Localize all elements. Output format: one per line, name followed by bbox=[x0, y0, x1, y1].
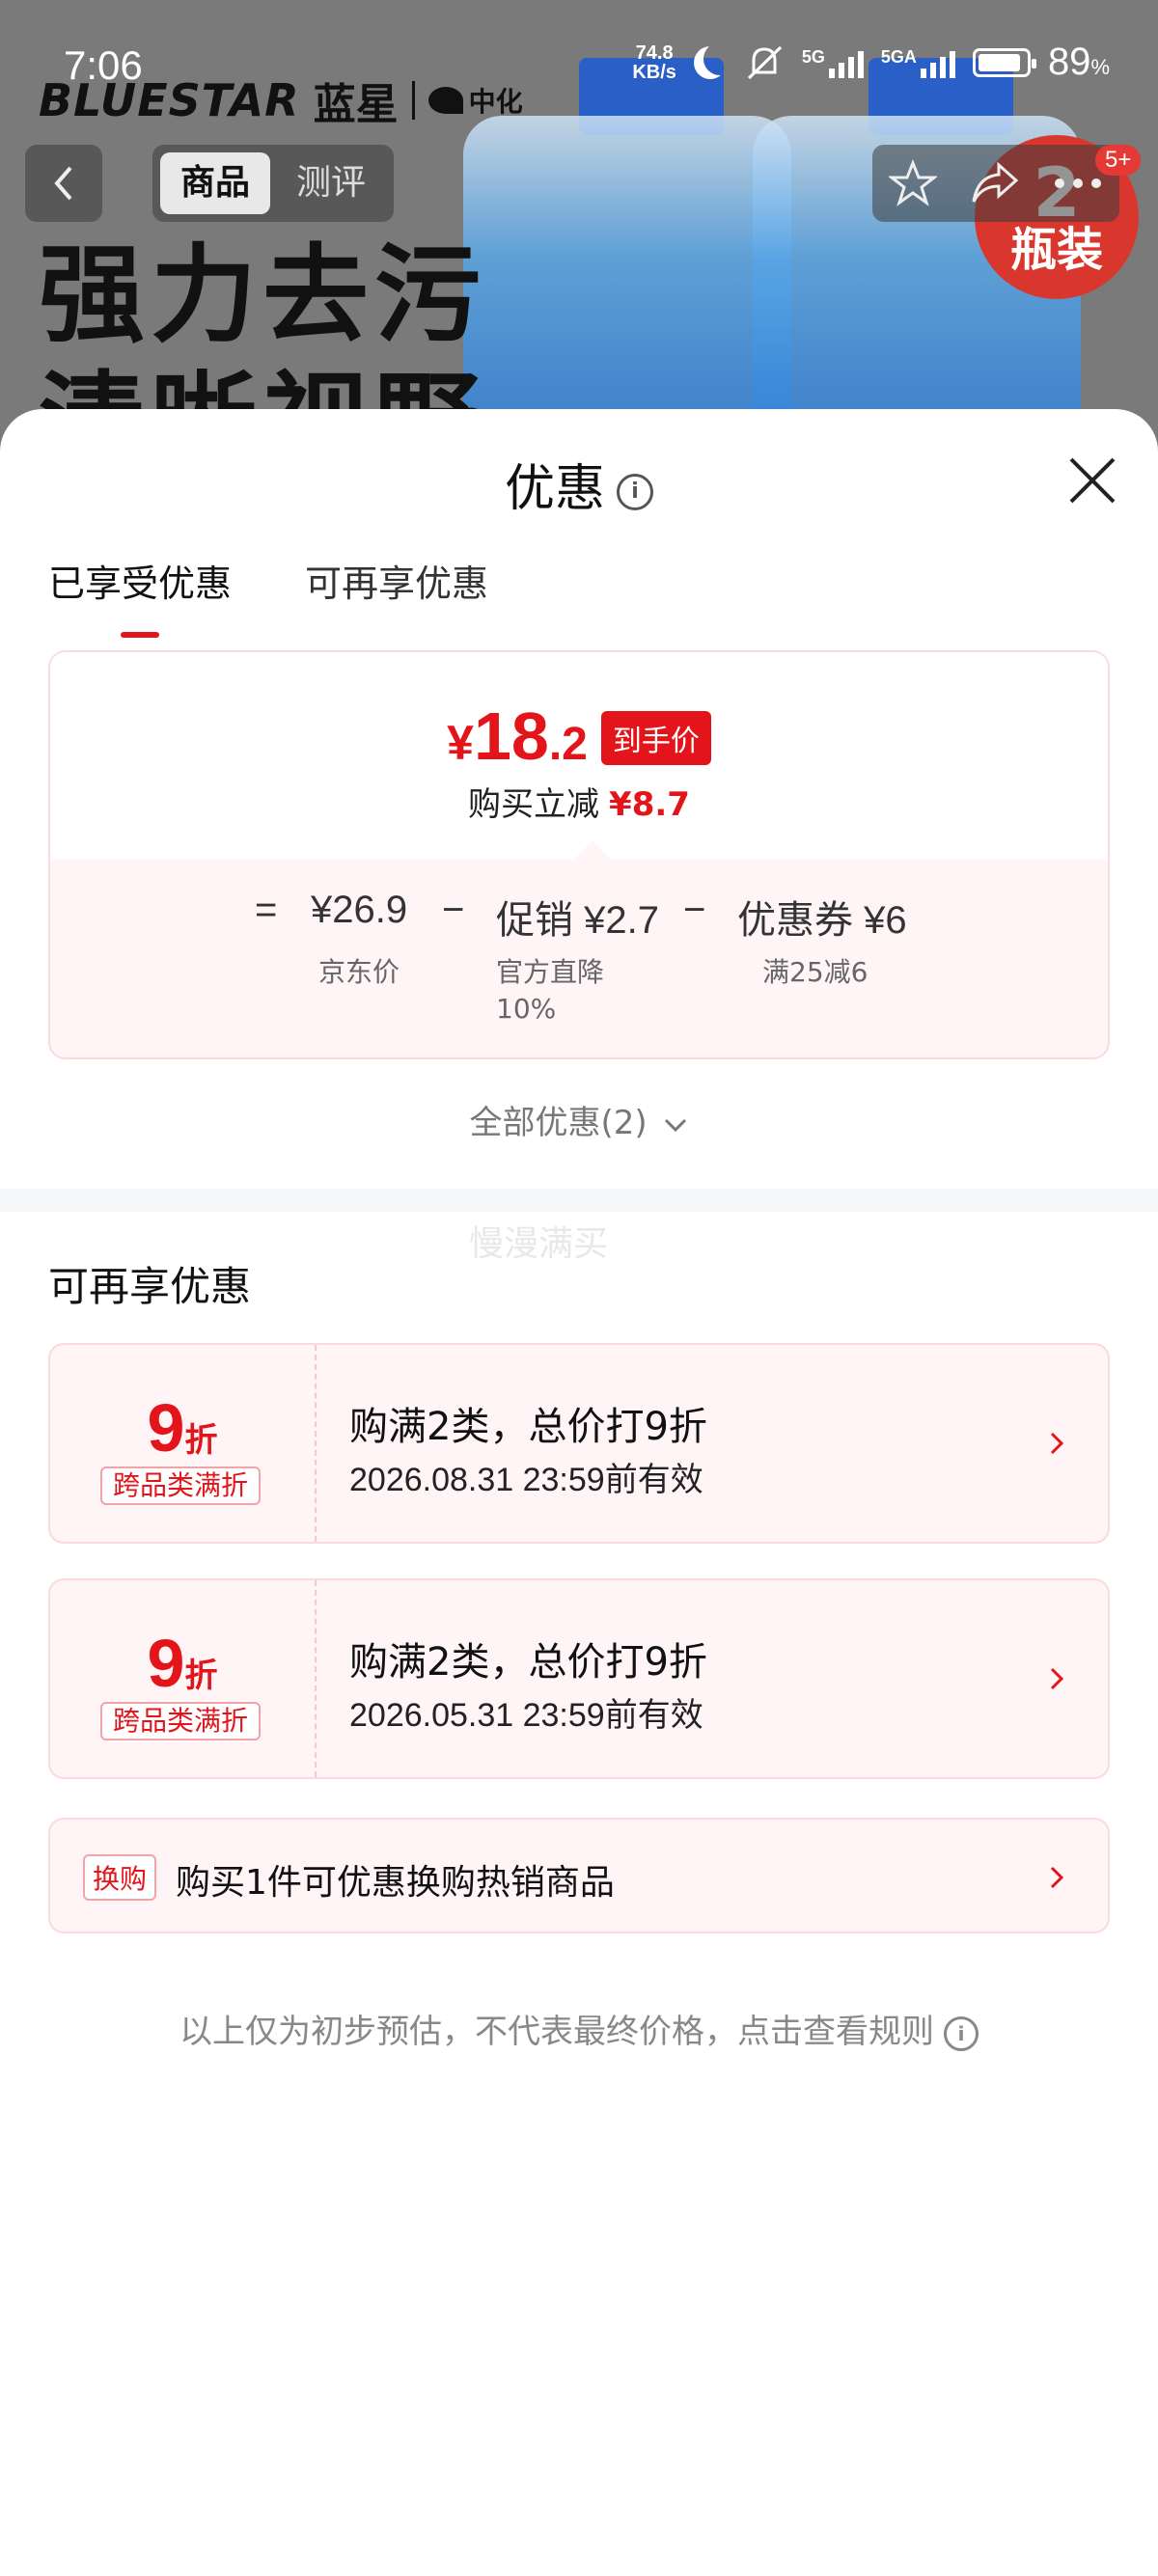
coupon-type-tag: 跨品类满折 bbox=[100, 1466, 261, 1505]
more-discounts-title: 可再享优惠 bbox=[48, 1263, 252, 1310]
promo-label: 促销 bbox=[496, 899, 573, 942]
coupon-left-panel: 9折 跨品类满折 bbox=[50, 1580, 317, 1777]
coupon-value: ¥6 bbox=[864, 899, 907, 942]
signal-bars-icon bbox=[920, 47, 955, 78]
final-price-dec: .2 bbox=[548, 719, 588, 770]
net-speed-unit: KB/s bbox=[632, 61, 676, 83]
star-icon[interactable] bbox=[889, 159, 937, 207]
chevron-left-icon bbox=[54, 166, 72, 201]
close-icon[interactable] bbox=[1065, 453, 1119, 507]
status-bar: 7:06 74.8 KB/s 5G 5GA 89% bbox=[0, 0, 1158, 125]
tab-review[interactable]: 测评 bbox=[276, 152, 386, 214]
discount-number: 9 bbox=[147, 1390, 185, 1466]
jd-price-label: 京东价 bbox=[318, 956, 400, 988]
final-price-tag: 到手价 bbox=[600, 711, 711, 765]
section-divider bbox=[0, 1189, 1158, 1212]
battery-unit: % bbox=[1090, 55, 1110, 79]
info-icon[interactable]: i bbox=[617, 474, 653, 510]
all-offers-label: 全部优惠(2) bbox=[469, 1104, 648, 1142]
reduction-label: 购买立减 bbox=[468, 785, 600, 824]
discount-sheet: 优惠 i 已享受优惠 可再享优惠 ¥18.2 到手价 购买立减 ¥8.7 = ¥26… bbox=[0, 409, 1158, 2576]
battery-icon bbox=[972, 47, 1036, 77]
info-icon: i bbox=[944, 2015, 979, 2051]
discount-tabs: 已享受优惠 可再享优惠 bbox=[48, 554, 488, 638]
final-price-section: ¥18.2 到手价 购买立减 ¥8.7 bbox=[50, 652, 1108, 860]
instant-reduction: 购买立减 ¥8.7 bbox=[50, 778, 1108, 825]
battery-text: 89% bbox=[1048, 41, 1110, 84]
top-actions bbox=[872, 145, 1119, 222]
coupon-discount: 9折 bbox=[50, 1625, 315, 1702]
jd-price: ¥26.9 bbox=[311, 889, 408, 931]
coupon-title: 购满2类，总价打9折 bbox=[349, 1405, 707, 1449]
muted-bell-icon bbox=[747, 45, 782, 79]
chevron-right-icon bbox=[1050, 1866, 1064, 1889]
share-icon[interactable] bbox=[970, 161, 1020, 206]
status-icons: 74.8 KB/s 5G 5GA 89% bbox=[632, 41, 1110, 84]
disclaimer-text: 以上仅为初步预估，不代表最终价格，点击查看规则 bbox=[179, 2013, 934, 2051]
product-review-switch: 商品 测评 bbox=[152, 145, 394, 222]
exchange-offer[interactable]: 换购 购买1件可优惠换购热销商品 bbox=[48, 1818, 1110, 1933]
coupon-type-tag: 跨品类满折 bbox=[100, 1702, 261, 1740]
tab-more-discounts[interactable]: 可再享优惠 bbox=[305, 554, 488, 607]
coupon-amount: 优惠券 ¥6 bbox=[737, 889, 907, 945]
signal-bars-icon bbox=[828, 47, 864, 78]
signal-2: 5GA bbox=[881, 47, 955, 78]
badge-text: 瓶装 bbox=[1009, 223, 1103, 277]
message-count-badge: 5+ bbox=[1095, 145, 1142, 176]
status-time: 7:06 bbox=[64, 42, 143, 88]
net-speed: 74.8 KB/s bbox=[632, 43, 676, 82]
chevron-right-icon bbox=[1050, 1432, 1064, 1455]
price-breakdown-card: ¥18.2 到手价 购买立减 ¥8.7 = ¥26.9 京东价 − 促销 ¥2.7… bbox=[48, 650, 1110, 1059]
chevron-down-icon bbox=[665, 1118, 687, 1132]
promo-amount: 促销 ¥2.7 bbox=[496, 889, 659, 945]
final-price-int: 18 bbox=[473, 699, 549, 774]
final-price: ¥18.2 bbox=[447, 702, 588, 779]
chevron-right-icon bbox=[1050, 1667, 1064, 1690]
promo-desc-line2: 10% bbox=[496, 993, 557, 1025]
coupon-left-panel: 9折 跨品类满折 bbox=[50, 1345, 317, 1542]
promo-value: ¥2.7 bbox=[584, 899, 659, 942]
all-offers-toggle[interactable]: 全部优惠(2) bbox=[0, 1096, 1158, 1143]
price-formula: = ¥26.9 京东价 − 促销 ¥2.7 官方直降 10% − 优惠券 ¥6 … bbox=[50, 840, 1108, 1057]
discount-unit: 折 bbox=[184, 1657, 218, 1695]
disclaimer-link[interactable]: 以上仅为初步预估，不代表最终价格，点击查看规则 i bbox=[0, 2005, 1158, 2052]
sheet-title-text: 优惠 bbox=[504, 460, 605, 518]
coupon-condition: 满25减6 bbox=[762, 956, 868, 988]
do-not-disturb-icon bbox=[703, 42, 736, 75]
coupon-label: 优惠券 bbox=[737, 899, 853, 942]
sheet-title: 优惠 i bbox=[0, 448, 1158, 520]
currency-symbol: ¥ bbox=[447, 716, 474, 770]
signal-1-label: 5G bbox=[801, 46, 825, 67]
coupon-card[interactable]: 9折 跨品类满折 购满2类，总价打9折 2026.05.31 23:59前有效 bbox=[48, 1578, 1110, 1779]
coupon-validity: 2026.08.31 23:59前有效 bbox=[349, 1462, 703, 1498]
coupon-card[interactable]: 9折 跨品类满折 购满2类，总价打9折 2026.08.31 23:59前有效 bbox=[48, 1343, 1110, 1544]
tab-enjoyed-discounts[interactable]: 已享受优惠 bbox=[48, 554, 232, 638]
minus-sign: − bbox=[683, 889, 706, 931]
coupon-title: 购满2类，总价打9折 bbox=[349, 1640, 707, 1685]
more-icon[interactable] bbox=[1053, 177, 1103, 190]
headline-line1: 强力去污 bbox=[39, 233, 486, 357]
watermark-text: 慢漫满买 bbox=[469, 1224, 609, 1264]
final-price-row: ¥18.2 到手价 bbox=[50, 702, 1108, 779]
net-speed-value: 74.8 bbox=[635, 41, 674, 64]
equals-sign: = bbox=[255, 889, 278, 931]
signal-1: 5G bbox=[802, 47, 864, 78]
back-button[interactable] bbox=[25, 145, 102, 222]
battery-level bbox=[978, 53, 1020, 71]
discount-number: 9 bbox=[147, 1626, 185, 1701]
coupon-discount: 9折 bbox=[50, 1389, 315, 1466]
discount-unit: 折 bbox=[184, 1421, 218, 1460]
minus-sign: − bbox=[442, 889, 465, 931]
battery-percent: 89 bbox=[1047, 41, 1091, 83]
coupon-validity: 2026.05.31 23:59前有效 bbox=[349, 1697, 703, 1734]
tab-product[interactable]: 商品 bbox=[160, 152, 270, 214]
promo-desc: 官方直降 10% bbox=[496, 954, 604, 1028]
exchange-tag: 换购 bbox=[83, 1854, 157, 1901]
signal-2-label: 5GA bbox=[880, 46, 917, 67]
reduction-value: ¥8.7 bbox=[609, 785, 690, 824]
exchange-text: 购买1件可优惠换购热销商品 bbox=[176, 1863, 615, 1903]
promo-desc-line1: 官方直降 bbox=[496, 956, 605, 988]
